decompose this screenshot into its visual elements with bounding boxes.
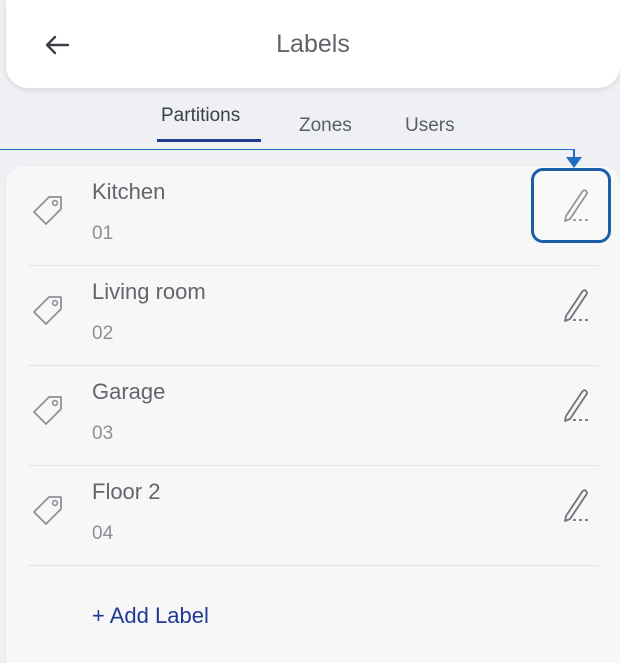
- label-number: 03: [92, 423, 114, 444]
- callout-arrow-icon: [566, 157, 582, 168]
- callout-line: [0, 149, 574, 150]
- tag-icon: [33, 396, 62, 425]
- tag-icon: [33, 496, 62, 525]
- label-name: Living room: [92, 279, 206, 304]
- tag-icon: [33, 196, 62, 225]
- app-header: Labels: [6, 0, 620, 88]
- pencil-icon[interactable]: [556, 282, 596, 326]
- page-title: Labels: [276, 30, 350, 58]
- label-number: 02: [92, 323, 114, 344]
- tag-icon: [33, 296, 62, 325]
- list-item[interactable]: Kitchen 01: [6, 166, 620, 266]
- tab-partitions[interactable]: Partitions: [161, 105, 240, 127]
- pencil-icon[interactable]: [556, 482, 596, 526]
- active-tab-indicator: [157, 139, 261, 142]
- label-name: Kitchen: [92, 179, 166, 204]
- label-number: 01: [92, 223, 114, 244]
- list-item[interactable]: Garage 03: [6, 366, 620, 466]
- divider: [28, 565, 598, 566]
- label-name: Floor 2: [92, 479, 161, 504]
- pencil-icon[interactable]: [556, 382, 596, 426]
- add-label-button[interactable]: + Add Label: [92, 603, 209, 629]
- label-name: Garage: [92, 379, 166, 404]
- list-item[interactable]: Floor 2 04: [6, 466, 620, 566]
- tab-bar: Partitions Zones Users: [0, 100, 620, 148]
- labels-list: Kitchen 01 Living room 02 Garage 03 Floo…: [6, 166, 620, 663]
- list-item[interactable]: Living room 02: [6, 266, 620, 366]
- label-number: 04: [92, 523, 114, 544]
- tab-users[interactable]: Users: [405, 115, 455, 137]
- callout-highlight: [531, 168, 611, 243]
- tab-zones[interactable]: Zones: [299, 115, 352, 137]
